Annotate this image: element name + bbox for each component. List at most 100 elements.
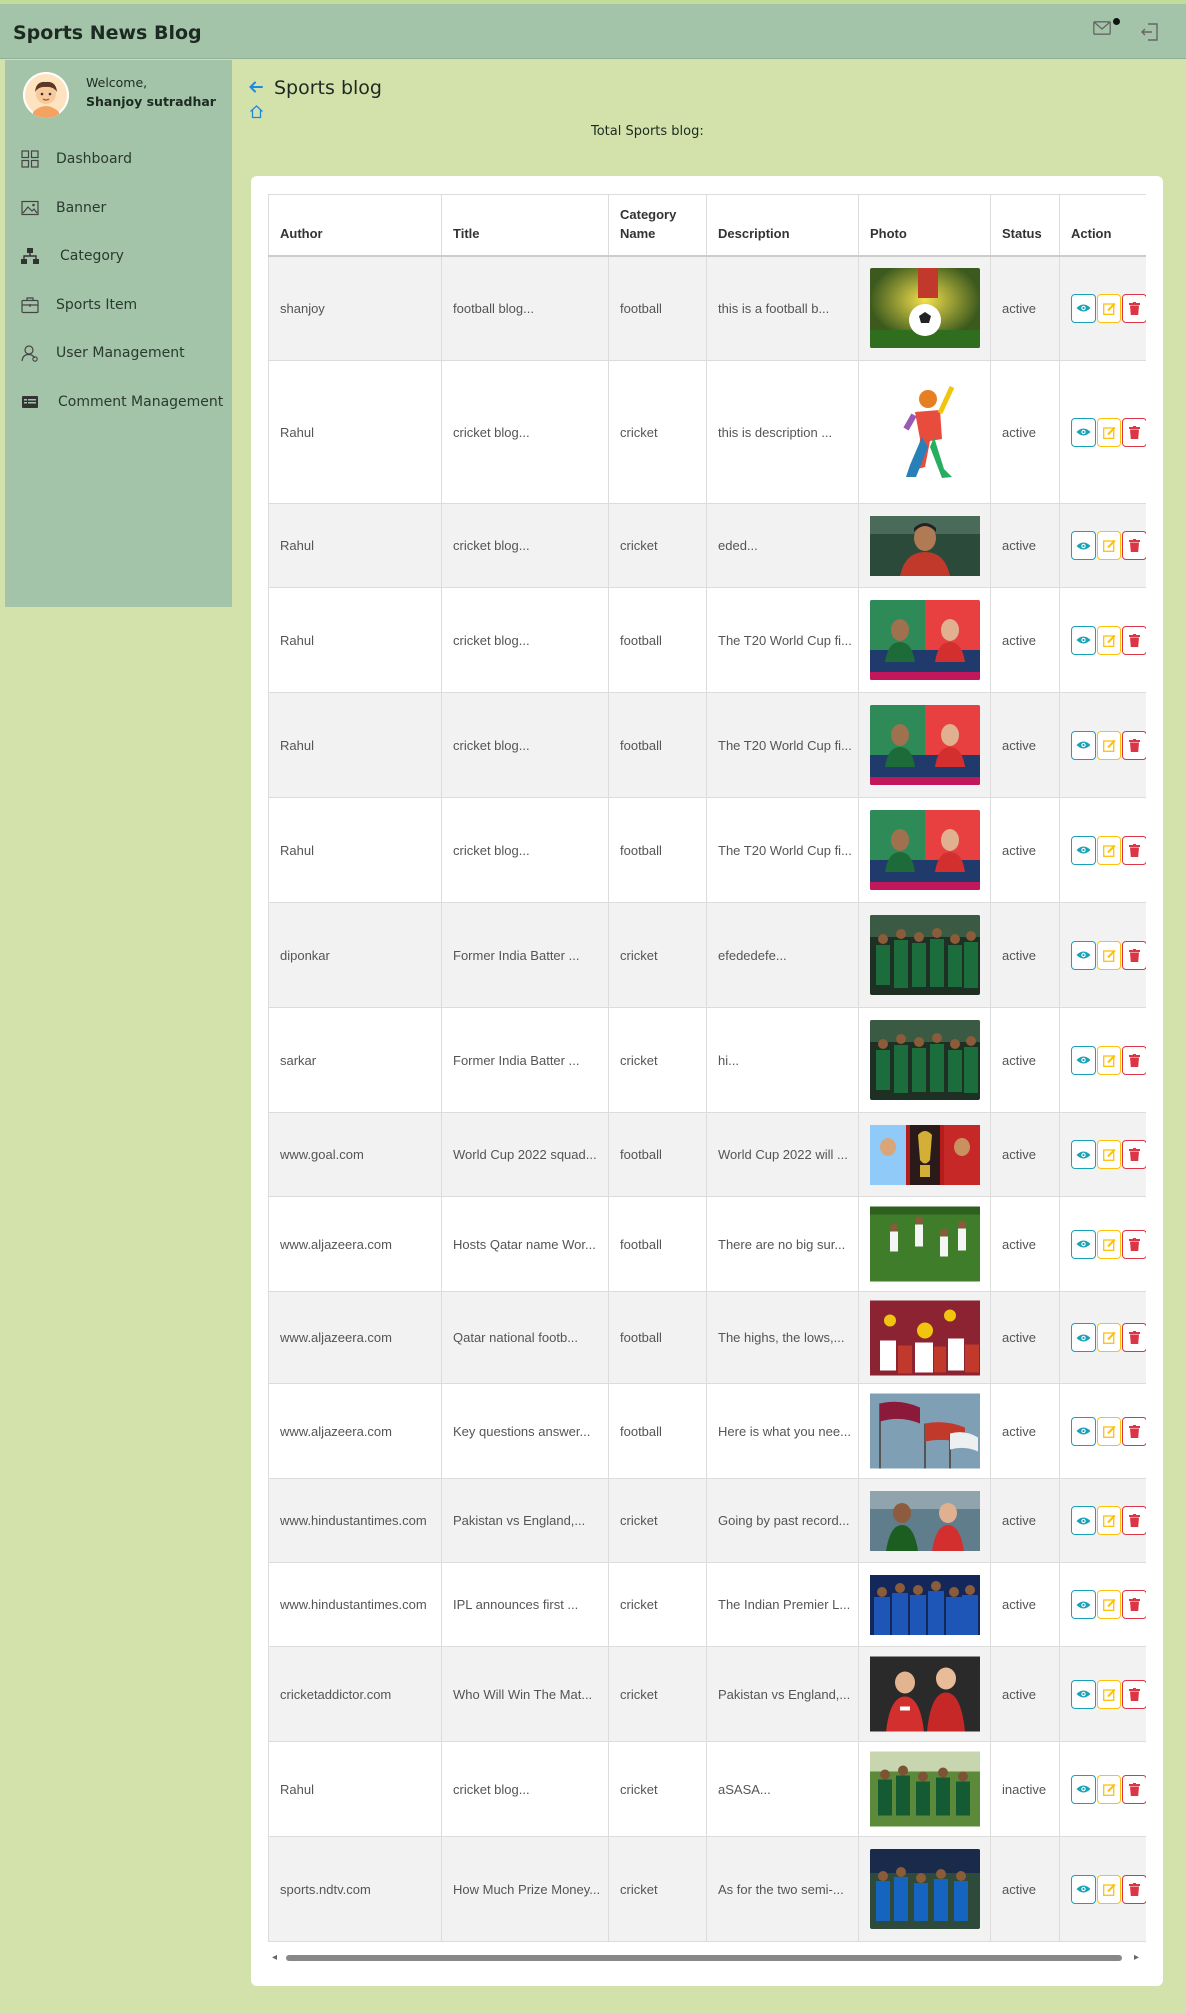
col-header-author[interactable]: Author (268, 194, 442, 257)
view-button[interactable] (1071, 730, 1096, 760)
cell-photo (858, 587, 991, 693)
edit-button[interactable] (1096, 531, 1122, 560)
cell-description: There are no big sur... (706, 1196, 859, 1292)
cell-photo (858, 1112, 991, 1197)
view-button[interactable] (1071, 1506, 1096, 1535)
edit-button[interactable] (1096, 1874, 1122, 1904)
table-row: www.aljazeera.com Qatar national footb...… (268, 1291, 1146, 1384)
delete-button[interactable] (1122, 1229, 1146, 1259)
view-button[interactable] (1071, 293, 1096, 323)
sidebar-item-banner[interactable]: Banner (5, 190, 232, 226)
cell-author: www.aljazeera.com (268, 1383, 442, 1479)
delete-button[interactable] (1122, 625, 1146, 655)
delete-button[interactable] (1122, 835, 1146, 865)
back-arrow-icon[interactable] (248, 79, 264, 95)
sidebar-item-sports-item[interactable]: Sports Item (5, 287, 232, 323)
action-buttons (1071, 1140, 1146, 1169)
sidebar-item-user-management[interactable]: User Management (5, 335, 232, 371)
view-button[interactable] (1071, 1679, 1096, 1709)
blog-photo (870, 1849, 980, 1929)
edit-button[interactable] (1096, 940, 1122, 970)
edit-button[interactable] (1096, 835, 1122, 865)
cell-action (1059, 692, 1146, 798)
view-button[interactable] (1071, 1045, 1096, 1075)
col-header-description[interactable]: Description (706, 194, 859, 257)
delete-button[interactable] (1122, 1506, 1146, 1535)
cell-author: www.aljazeera.com (268, 1196, 442, 1292)
view-button[interactable] (1071, 1323, 1096, 1352)
delete-button[interactable] (1122, 1874, 1146, 1904)
horizontal-scrollbar[interactable]: ◂ ▸ (268, 1950, 1146, 1966)
delete-button[interactable] (1122, 531, 1146, 560)
edit-button[interactable] (1096, 1590, 1122, 1619)
view-button[interactable] (1071, 417, 1096, 447)
sidebar-item-comment-management[interactable]: Comment Management (5, 384, 232, 420)
edit-button[interactable] (1096, 730, 1122, 760)
action-buttons (1071, 1874, 1146, 1904)
sidebar-item-label: Banner (56, 200, 107, 216)
col-header-title[interactable]: Title (441, 194, 609, 257)
scroll-left-arrow-icon[interactable]: ◂ (272, 1952, 277, 1963)
delete-button[interactable] (1122, 1679, 1146, 1709)
delete-button[interactable] (1122, 1416, 1146, 1446)
scroll-right-arrow-icon[interactable]: ▸ (1134, 1952, 1139, 1963)
edit-icon (1102, 1238, 1116, 1251)
delete-button[interactable] (1122, 730, 1146, 760)
cell-title: football blog... (441, 255, 609, 361)
trash-icon (1129, 1237, 1141, 1251)
cell-category: cricket (608, 503, 707, 588)
table-row: shanjoy football blog... football this is a… (268, 255, 1146, 361)
delete-button[interactable] (1122, 417, 1146, 447)
blog-photo (870, 1115, 980, 1195)
edit-button[interactable] (1096, 1045, 1122, 1075)
cell-author: www.goal.com (268, 1112, 442, 1197)
view-button[interactable] (1071, 1774, 1096, 1804)
edit-button[interactable] (1096, 625, 1122, 655)
cell-action (1059, 1741, 1146, 1837)
col-header-status[interactable]: Status (990, 194, 1060, 257)
edit-button[interactable] (1096, 417, 1122, 447)
action-buttons (1071, 835, 1146, 865)
view-button[interactable] (1071, 1140, 1096, 1169)
mail-icon[interactable] (1093, 21, 1111, 35)
delete-button[interactable] (1122, 1590, 1146, 1619)
home-icon[interactable] (249, 104, 264, 119)
delete-button[interactable] (1122, 1140, 1146, 1169)
edit-button[interactable] (1096, 1774, 1122, 1804)
view-button[interactable] (1071, 835, 1096, 865)
sidebar-item-category[interactable]: Category (5, 238, 232, 274)
delete-button[interactable] (1122, 1774, 1146, 1804)
edit-button[interactable] (1096, 1229, 1122, 1259)
edit-button[interactable] (1096, 1323, 1122, 1352)
delete-button[interactable] (1122, 1045, 1146, 1075)
cell-photo (858, 360, 991, 504)
view-button[interactable] (1071, 625, 1096, 655)
edit-button[interactable] (1096, 1679, 1122, 1709)
edit-button[interactable] (1096, 1416, 1122, 1446)
edit-button[interactable] (1096, 293, 1122, 323)
view-button[interactable] (1071, 531, 1096, 560)
edit-icon (1102, 1598, 1116, 1611)
sidebar-item-dashboard[interactable]: Dashboard (5, 141, 232, 177)
cell-author: shanjoy (268, 255, 442, 361)
table-row: Rahul cricket blog... football The T20 Worl… (268, 692, 1146, 798)
edit-button[interactable] (1096, 1140, 1122, 1169)
delete-button[interactable] (1122, 1323, 1146, 1352)
scrollbar-thumb[interactable] (286, 1955, 1122, 1961)
delete-button[interactable] (1122, 293, 1146, 323)
view-button[interactable] (1071, 1874, 1096, 1904)
cell-author: www.hindustantimes.com (268, 1478, 442, 1563)
cell-photo (858, 1383, 991, 1479)
view-button[interactable] (1071, 1229, 1096, 1259)
logout-icon[interactable] (1141, 23, 1159, 41)
delete-button[interactable] (1122, 940, 1146, 970)
view-button[interactable] (1071, 940, 1096, 970)
cell-author: Rahul (268, 503, 442, 588)
cell-action (1059, 1383, 1146, 1479)
cell-action (1059, 902, 1146, 1008)
edit-button[interactable] (1096, 1506, 1122, 1535)
col-header-category[interactable]: Category Name (608, 194, 707, 257)
view-button[interactable] (1071, 1416, 1096, 1446)
col-header-photo[interactable]: Photo (858, 194, 991, 257)
view-button[interactable] (1071, 1590, 1096, 1619)
